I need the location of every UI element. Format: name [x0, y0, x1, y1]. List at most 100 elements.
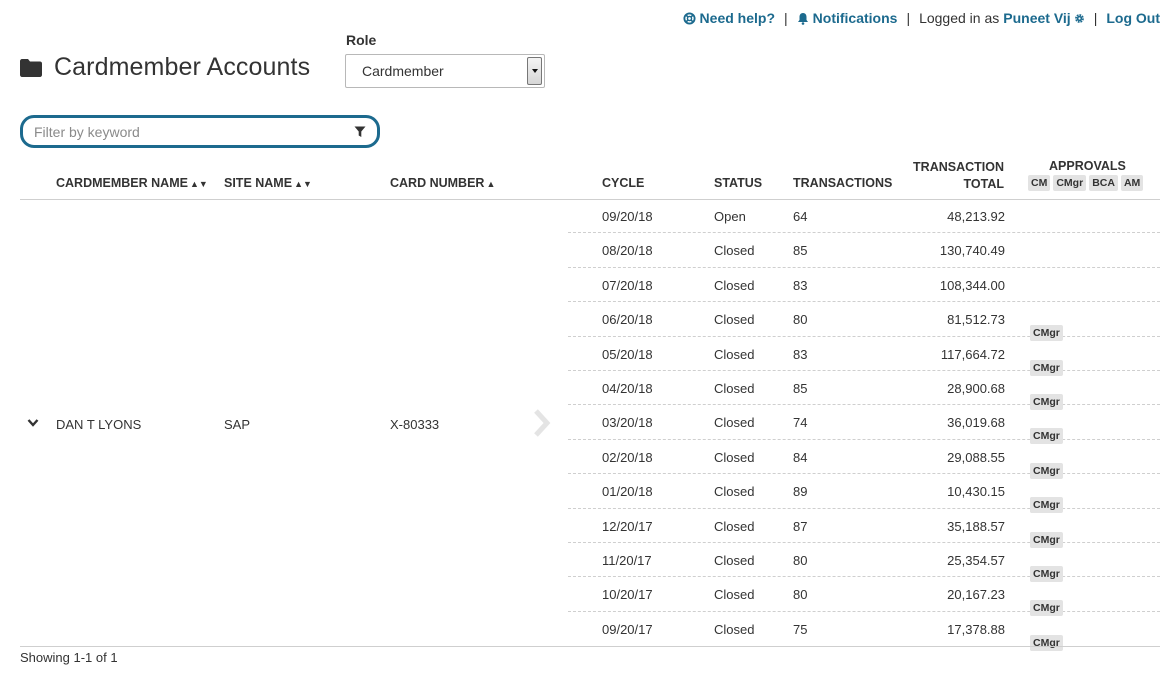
role-select[interactable]: Cardmember	[345, 54, 545, 88]
header-cardmember-name-label: CARDMEMBER NAME	[56, 176, 188, 190]
transaction-total-cell: 130,740.49	[939, 243, 1005, 259]
transaction-total-cell: 17,378.88	[947, 621, 1005, 637]
page-title: Cardmember Accounts	[54, 53, 311, 81]
cycle-cell: 08/20/18	[602, 243, 653, 259]
transaction-total-cell: 36,019.68	[947, 415, 1005, 431]
table-row[interactable]: 10/20/17Closed8020,167.23CMCMgr	[568, 577, 1160, 617]
header-card-number[interactable]: CARD NUMBER ▲	[390, 176, 495, 190]
filter-box	[20, 115, 380, 148]
cycle-cell: 03/20/18	[602, 415, 653, 431]
status-cell: Closed	[714, 415, 755, 431]
gear-icon	[1074, 13, 1084, 23]
status-cell: Closed	[714, 587, 755, 603]
status-cell: Closed	[714, 243, 755, 259]
role-select-value: Cardmember	[362, 63, 444, 79]
table-row[interactable]: 04/20/18Closed8528,900.68CMCMgr	[568, 371, 1160, 410]
chevron-down-icon[interactable]	[27, 418, 39, 428]
bell-icon	[797, 12, 808, 25]
sort-asc-icon: ▲	[486, 179, 496, 189]
transactions-cell: 75	[793, 621, 808, 637]
transactions-cell: 80	[793, 587, 808, 603]
table-row[interactable]: 05/20/18Closed83117,664.72CMCMgr	[568, 337, 1160, 376]
role-label: Role	[346, 32, 377, 48]
transactions-cell: 85	[793, 243, 808, 259]
transaction-total-cell: 108,344.00	[939, 277, 1005, 293]
transaction-total-cell: 29,088.55	[947, 449, 1005, 465]
page-header: Cardmember Accounts	[20, 53, 310, 82]
status-cell: Closed	[714, 518, 755, 534]
cycle-cell: 02/20/18	[602, 449, 653, 465]
cycle-cell: 04/20/18	[602, 380, 653, 396]
transaction-total-cell: 35,188.57	[947, 518, 1005, 534]
transactions-cell: 64	[793, 209, 808, 224]
filter-icon[interactable]	[354, 126, 366, 138]
need-help-link[interactable]: Need help?	[683, 10, 775, 26]
transaction-total-cell: 48,213.92	[947, 209, 1005, 224]
status-cell: Closed	[714, 277, 755, 293]
transactions-cell: 85	[793, 380, 808, 396]
dropdown-arrow-icon	[527, 57, 542, 85]
notifications-link[interactable]: Notifications	[797, 10, 898, 26]
filter-input[interactable]	[34, 123, 334, 140]
cycle-cell: 07/20/18	[602, 277, 653, 293]
header-card-number-label: CARD NUMBER	[390, 176, 485, 190]
header-cardmember-name[interactable]: CARDMEMBER NAME ▲▼	[56, 176, 208, 190]
separator: |	[1093, 10, 1098, 26]
cardmember-name: DAN T LYONS	[56, 417, 142, 432]
status-cell: Closed	[714, 449, 755, 465]
sort-icon: ▲▼	[189, 179, 208, 189]
table-row[interactable]: 07/20/18 Closed 83 108,344.00	[568, 268, 1160, 303]
transactions-cell: 84	[793, 449, 808, 465]
separator: |	[906, 10, 911, 26]
status-cell: Closed	[714, 484, 755, 500]
table-row[interactable]: 02/20/18Closed8429,088.55CMCMgr	[568, 440, 1160, 479]
cycle-rows: 09/20/18 Open 64 48,213.92 08/20/18 Closed 85 1…	[568, 199, 1160, 651]
approval-badge: AM	[1120, 175, 1144, 191]
folder-icon	[20, 58, 42, 77]
table-row[interactable]: 09/20/18 Open 64 48,213.92	[568, 199, 1160, 234]
notifications-label: Notifications	[812, 10, 898, 26]
status-cell: Closed	[714, 552, 755, 568]
transactions-cell: 80	[793, 552, 808, 568]
chevron-right-icon	[534, 409, 551, 437]
cycle-cell: 10/20/17	[602, 587, 653, 603]
transactions-cell: 83	[793, 346, 808, 362]
table-bottom-divider	[20, 646, 1160, 647]
transactions-cell: 87	[793, 518, 808, 534]
header-site-name[interactable]: SITE NAME ▲▼	[224, 176, 312, 190]
header-cycle: CYCLE	[602, 176, 645, 190]
transaction-total-cell: 28,900.68	[947, 380, 1005, 396]
transactions-cell: 80	[793, 312, 808, 328]
transactions-cell: 89	[793, 484, 808, 500]
header-status: STATUS	[714, 176, 763, 190]
table-row[interactable]: 06/20/18Closed8081,512.73CMCMgr	[568, 302, 1160, 342]
table-row[interactable]: 08/20/18 Closed 85 130,740.49	[568, 233, 1160, 268]
sort-icon: ▲▼	[294, 179, 312, 189]
transaction-total-cell: 25,354.57	[947, 552, 1005, 568]
transactions-cell: 74	[793, 415, 808, 431]
table-row[interactable]: 01/20/18Closed8910,430.15CMCMgr	[568, 474, 1160, 514]
logout-link[interactable]: Log Out	[1106, 10, 1160, 26]
transaction-total-cell: 117,664.72	[940, 346, 1005, 362]
table-row[interactable]: 03/20/18Closed7436,019.68CMCMgr	[568, 405, 1160, 445]
cycle-cell: 01/20/18	[602, 484, 653, 500]
pagination-status: Showing 1-1 of 1	[20, 650, 118, 665]
user-menu[interactable]: Puneet Vij	[1003, 10, 1084, 26]
transaction-total-cell: 10,430.15	[947, 484, 1005, 500]
status-cell: Closed	[714, 312, 755, 328]
header-transaction-total-line2: TOTAL	[963, 177, 1004, 191]
approval-types: CM CMgr BCA AM	[1028, 175, 1146, 191]
table-row[interactable]: 09/20/17Closed7517,378.88CMCMgr	[568, 612, 1160, 651]
table-row[interactable]: 12/20/17Closed8735,188.57CMCMgr	[568, 509, 1160, 548]
lifebuoy-icon	[683, 11, 696, 25]
user-name: Puneet Vij	[1003, 10, 1071, 26]
table-row[interactable]: 11/20/17Closed8025,354.57CMCMgr	[568, 543, 1160, 582]
separator: |	[784, 10, 788, 26]
approval-badge: CMgr	[1053, 175, 1087, 191]
cycle-cell: 11/20/17	[602, 552, 652, 568]
status-cell: Open	[714, 209, 746, 224]
cycle-cell: 06/20/18	[602, 312, 653, 328]
card-number: X-80333	[390, 417, 440, 432]
logged-in-text: Logged in as	[919, 10, 1000, 26]
cycle-cell: 09/20/17	[602, 621, 653, 637]
